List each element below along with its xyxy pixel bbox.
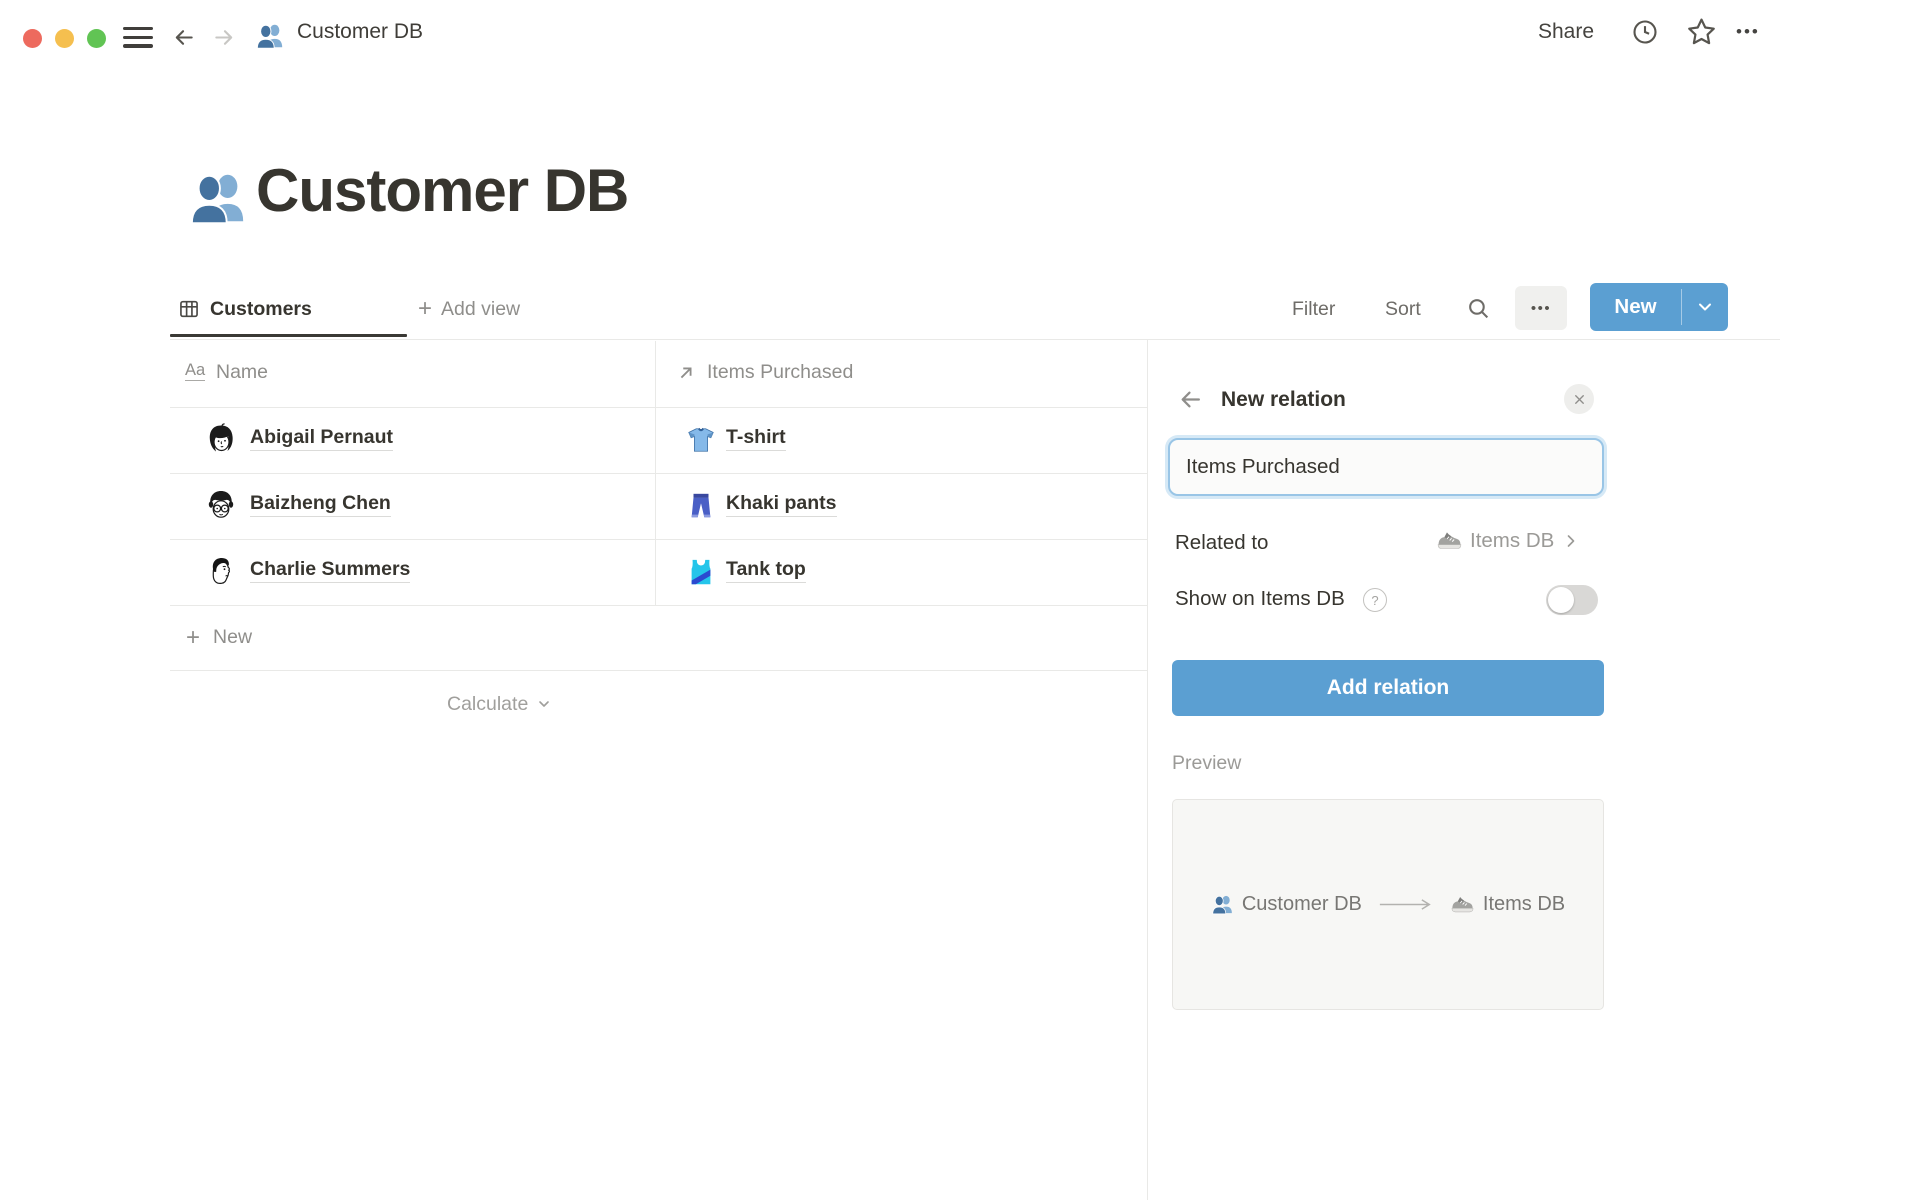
traffic-light-zoom[interactable]: [87, 29, 106, 48]
calculate-button[interactable]: Calculate: [447, 671, 552, 737]
new-row-button[interactable]: + New: [170, 605, 1147, 671]
text-type-icon: Aa: [185, 361, 205, 381]
related-to-selector[interactable]: Items DB: [1436, 527, 1581, 554]
table-row[interactable]: Abigail Pernaut T-shirt: [170, 407, 1147, 474]
new-dropdown-button[interactable]: [1682, 283, 1728, 331]
baizheng-avatar: [204, 489, 238, 523]
chevron-down-icon: [536, 696, 552, 712]
table-row[interactable]: Baizheng Chen Khaki pants: [170, 473, 1147, 540]
column-header-name[interactable]: Name: [216, 361, 268, 384]
add-relation-button[interactable]: Add relation: [1172, 660, 1604, 716]
abigail-avatar: [204, 423, 238, 457]
column-header-items-purchased[interactable]: Items Purchased: [707, 361, 853, 384]
view-options-icon[interactable]: •••: [1515, 286, 1567, 330]
sneaker-icon: [1450, 892, 1475, 917]
star-icon[interactable]: [1686, 16, 1717, 47]
breadcrumb[interactable]: Customer DB: [297, 0, 423, 64]
row-name-link[interactable]: Baizheng Chen: [250, 492, 391, 517]
row-name-link[interactable]: Abigail Pernaut: [250, 426, 393, 451]
filter-button[interactable]: Filter: [1292, 285, 1335, 333]
relation-name-input[interactable]: [1168, 438, 1604, 496]
show-on-label: Show on Items DB: [1175, 587, 1345, 611]
show-on-toggle[interactable]: [1546, 585, 1598, 615]
people-icon: [255, 21, 285, 51]
sneaker-icon: [1436, 527, 1463, 554]
page-title: Customer DB: [256, 152, 628, 230]
close-button[interactable]: [1564, 384, 1594, 414]
close-icon: [1572, 392, 1587, 407]
table-header: Aa Name Items Purchased: [170, 341, 1147, 408]
help-icon[interactable]: ?: [1363, 588, 1387, 612]
new-button[interactable]: New: [1590, 283, 1728, 331]
preview-source: Customer DB: [1211, 893, 1362, 916]
charlie-avatar: [204, 555, 238, 589]
traffic-light-close[interactable]: [23, 29, 42, 48]
tab-customers[interactable]: Customers: [170, 285, 312, 333]
relation-link[interactable]: Tank top: [726, 558, 806, 583]
add-view-button[interactable]: + Add view: [418, 285, 520, 333]
preview-target: Items DB: [1450, 892, 1565, 917]
table-icon: [178, 298, 200, 320]
plus-icon: +: [186, 624, 200, 652]
sort-button[interactable]: Sort: [1385, 285, 1421, 333]
tab-label: Customers: [210, 298, 312, 321]
sidebar-menu-icon[interactable]: [123, 27, 153, 49]
back-arrow-icon[interactable]: [171, 26, 197, 49]
people-icon: [187, 167, 249, 229]
traffic-light-minimize[interactable]: [55, 29, 74, 48]
relation-link[interactable]: T-shirt: [726, 426, 786, 451]
chevron-down-icon: [1695, 297, 1715, 317]
relation-link[interactable]: Khaki pants: [726, 492, 837, 517]
arrow-up-right-icon: [675, 362, 697, 384]
toolbar-divider: [170, 339, 1780, 340]
toggle-knob: [1548, 587, 1574, 613]
active-tab-underline: [170, 334, 407, 337]
panel-divider: [1147, 340, 1148, 1200]
related-to-label: Related to: [1175, 531, 1268, 555]
tank-top-icon: [686, 557, 716, 587]
back-arrow-icon[interactable]: [1178, 387, 1203, 412]
preview-card: Customer DB Items DB: [1172, 799, 1604, 1010]
jeans-icon: [686, 491, 716, 521]
clock-icon[interactable]: [1631, 18, 1659, 46]
app-window: Customer DB Share ••• Customer DB Custom…: [0, 0, 1920, 1200]
panel-title: New relation: [1221, 375, 1346, 425]
preview-label: Preview: [1172, 752, 1241, 775]
share-button[interactable]: Share: [1538, 0, 1594, 64]
plus-icon: +: [418, 297, 432, 321]
table-row[interactable]: Charlie Summers Tank top: [170, 539, 1147, 606]
long-arrow-right-icon: [1378, 897, 1434, 912]
forward-arrow-icon[interactable]: [211, 26, 237, 49]
search-icon[interactable]: [1466, 296, 1491, 321]
tshirt-icon: [686, 425, 716, 455]
row-name-link[interactable]: Charlie Summers: [250, 558, 410, 583]
people-icon: [1211, 893, 1234, 916]
more-options-icon[interactable]: •••: [1736, 0, 1760, 64]
chevron-right-icon: [1561, 531, 1581, 551]
